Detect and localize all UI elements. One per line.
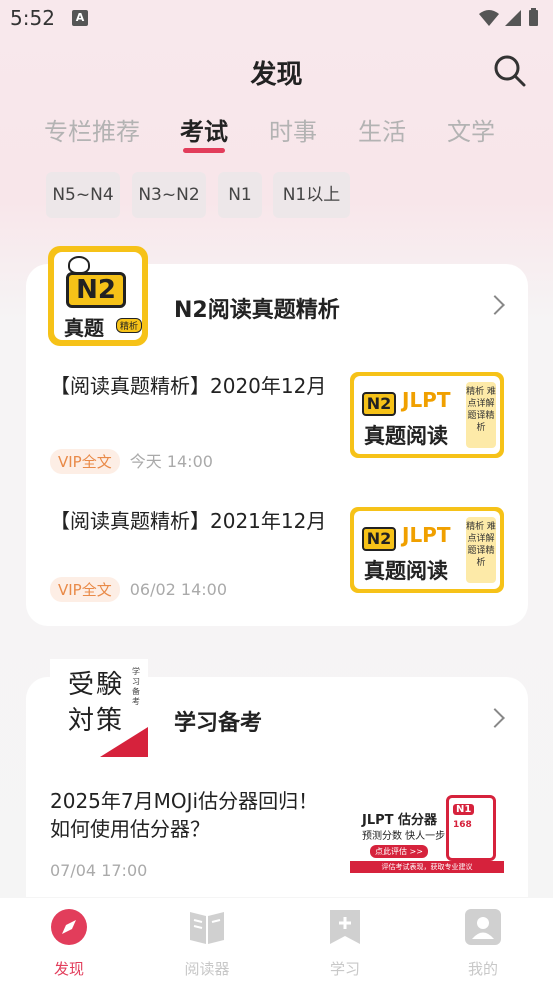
tab-exam[interactable]: 考试: [180, 112, 228, 147]
vip-badge: VIP全文: [50, 577, 120, 602]
thumb-n1-badge: N1: [453, 804, 475, 815]
chip-n1-above[interactable]: N1以上: [273, 172, 350, 218]
tabbar-label: 阅读器: [184, 960, 230, 978]
column-card-n2-reading: N2 真题 精析 N2阅读真题精析 【阅读真题精析】2020年12月 VIP全文…: [26, 246, 528, 626]
chip-n5-n4[interactable]: N5~N4: [46, 172, 120, 218]
chip-n3-n2[interactable]: N3~N2: [132, 172, 206, 218]
thumb-subtitle: 预测分数 快人一步: [362, 831, 446, 842]
tabbar-study[interactable]: 学习: [305, 908, 385, 979]
article-title[interactable]: 2025年7月MOJi估分器回归！如何使用估分器？: [50, 787, 320, 843]
signal-icon: [505, 10, 521, 26]
column-title[interactable]: N2阅读真题精析: [174, 292, 340, 324]
thumb-cta: 点此评估 >>: [370, 845, 428, 858]
chip-n1[interactable]: N1: [218, 172, 262, 218]
article-item[interactable]: 2025年7月MOJi估分器回归！如何使用估分器？ 07/04 17:00: [50, 787, 320, 880]
cover-tag: 精析: [116, 318, 142, 333]
tab-life[interactable]: 生活: [358, 112, 406, 147]
article-title[interactable]: 【阅读真题精析】2021年12月: [50, 507, 350, 535]
article-time: 今天 14:00: [129, 452, 213, 471]
article-meta: VIP全文 06/02 14:00: [50, 577, 227, 602]
battery-icon: [529, 8, 538, 26]
article-item[interactable]: 【阅读真题精析】2021年12月 VIP全文 06/02 14:00: [50, 507, 350, 602]
thumb-side-text: 精析 难点详解 题译精析: [466, 382, 496, 448]
thumb-title: JLPT 估分器: [362, 813, 438, 828]
article-thumbnail[interactable]: N2 JLPT 真题阅读 精析 难点详解 题译精析: [350, 372, 504, 458]
bookmark-plus-icon: [330, 910, 360, 944]
category-tabs: 专栏推荐 考试 时事 生活 文学: [0, 112, 553, 162]
status-time: 5:52: [10, 6, 55, 30]
search-button[interactable]: [493, 54, 527, 88]
vip-badge: VIP全文: [50, 449, 120, 474]
search-icon: [494, 55, 526, 87]
page-title: 发现: [250, 60, 303, 90]
cover-small-text: 学习备考: [132, 667, 140, 706]
tab-news[interactable]: 时事: [269, 112, 317, 147]
chevron-right-icon[interactable]: [485, 708, 505, 728]
cover-n2-badge: N2: [66, 272, 126, 308]
thumb-phone-graphic: N1 168: [446, 795, 496, 861]
thumb-footer-bar: 评估考试表现，获取专业建议: [350, 861, 504, 873]
tabbar-me[interactable]: 我的: [443, 908, 523, 979]
status-bar: 5:52 A: [0, 0, 553, 36]
book-icon: [190, 912, 224, 944]
status-icons: [477, 8, 543, 32]
article-thumbnail[interactable]: N2 JLPT 真题阅读 精析 难点详解 题译精析: [350, 507, 504, 593]
cover-text: 真题: [64, 316, 104, 340]
column-cover-exam-prep[interactable]: 受験 対策 学习备考: [50, 659, 148, 757]
tabbar-label: 发现: [53, 960, 84, 978]
tabbar-discover[interactable]: 发现: [29, 908, 109, 979]
notification-a-icon: A: [72, 10, 88, 26]
thumb-main-text: 真题阅读: [364, 559, 448, 583]
article-time: 06/02 14:00: [129, 580, 228, 599]
wifi-icon: [479, 10, 499, 26]
column-cover-n2[interactable]: N2 真题 精析: [48, 246, 148, 346]
header: 发现: [0, 36, 553, 106]
thumb-score: 168: [453, 820, 472, 830]
tabbar-label: 我的: [467, 960, 498, 978]
thumb-n2-badge: N2: [362, 527, 396, 551]
thumb-side-text: 精析 难点详解 题译精析: [466, 517, 496, 583]
article-meta: VIP全文 今天 14:00: [50, 448, 213, 474]
cover-red-corner: [100, 727, 148, 757]
article-item[interactable]: 【阅读真题精析】2020年12月 VIP全文 今天 14:00: [50, 372, 350, 474]
cover-line: 受験: [68, 670, 125, 700]
tabbar-label: 学习: [329, 960, 360, 978]
article-time: 07/04 17:00: [50, 861, 148, 880]
article-thumbnail[interactable]: JLPT 估分器 预测分数 快人一步 点此评估 >> N1 168 评估考试表现…: [350, 787, 504, 873]
thumb-jlpt-label: JLPT: [402, 388, 451, 412]
column-title[interactable]: 学习备考: [174, 705, 262, 737]
tab-column-recommend[interactable]: 专栏推荐: [44, 112, 140, 147]
compass-icon: [51, 909, 87, 945]
person-icon: [465, 909, 501, 945]
thumb-jlpt-label: JLPT: [402, 523, 451, 547]
tabbar-reader[interactable]: 阅读器: [167, 908, 247, 979]
level-filter-chips: N5~N4 N3~N2 N1 N1以上: [0, 172, 553, 218]
article-title[interactable]: 【阅读真题精析】2020年12月: [50, 372, 350, 400]
bottom-tab-bar: 发现 阅读器 学习 我的: [0, 898, 553, 984]
thumb-main-text: 真题阅读: [364, 424, 448, 448]
chevron-right-icon[interactable]: [485, 295, 505, 315]
column-card-exam-prep: 受験 対策 学习备考 学习备考 2025年7月MOJi估分器回归！如何使用估分器…: [26, 659, 528, 897]
active-tab-indicator: [183, 148, 225, 153]
tab-literature[interactable]: 文学: [447, 112, 495, 147]
thumb-n2-badge: N2: [362, 392, 396, 416]
